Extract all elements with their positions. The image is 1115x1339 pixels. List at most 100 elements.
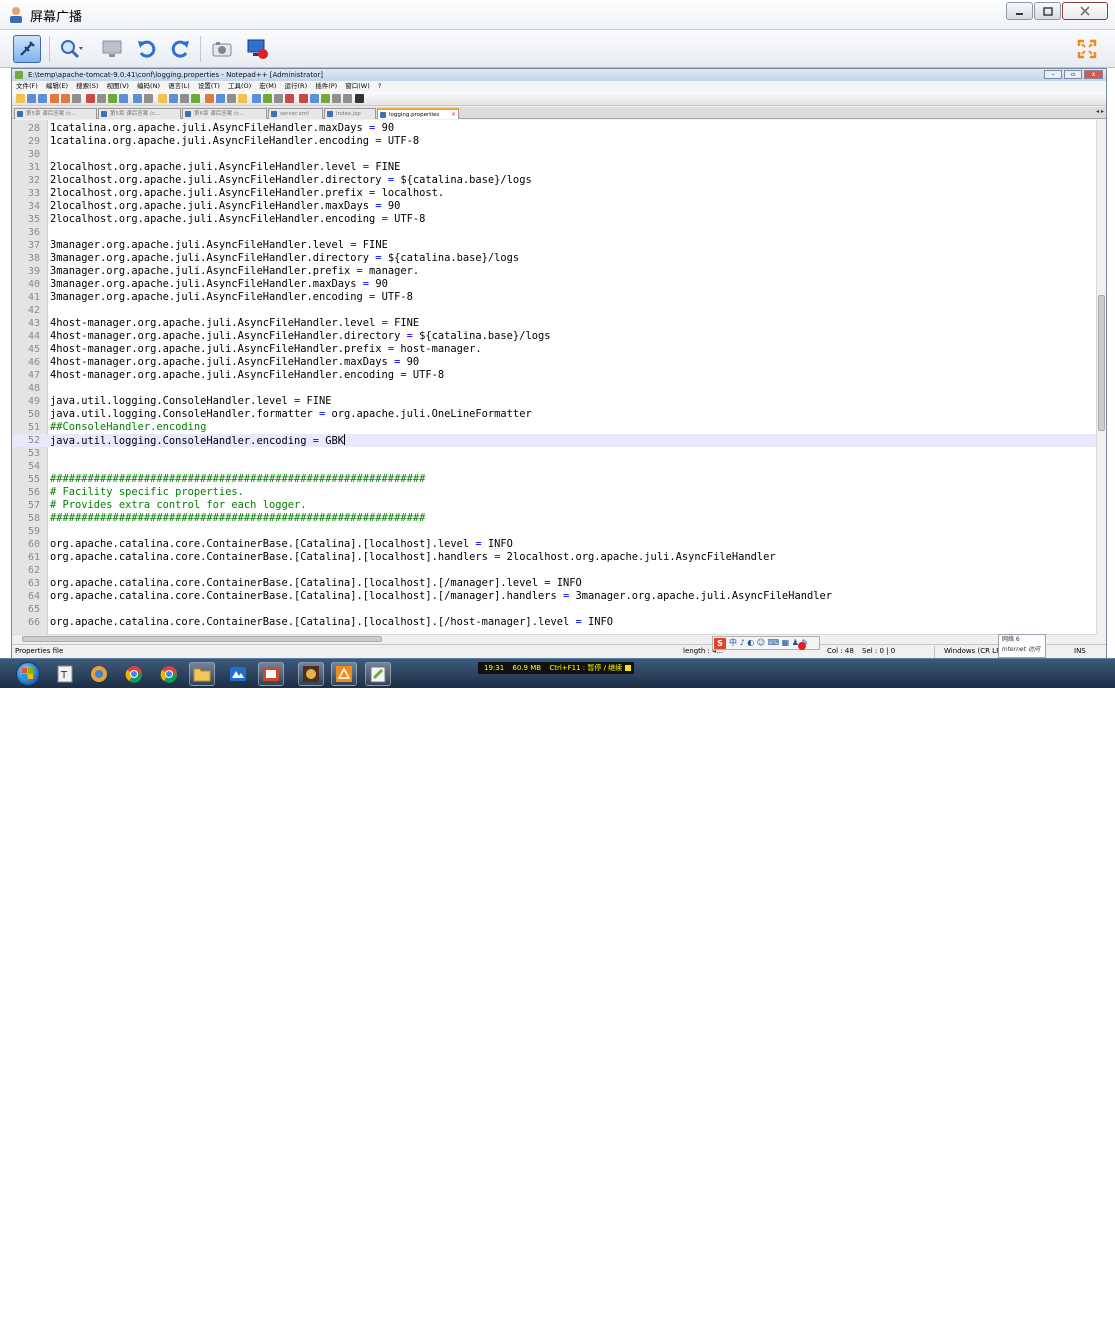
toolbar-button-icon[interactable] [50,94,59,103]
code-line[interactable]: 57 # Provides extra control for each logg… [12,499,1096,512]
code-line[interactable]: 64 org.apache.catalina.core.ContainerBase… [12,590,1096,603]
taskbar-game[interactable] [298,662,324,686]
code-line[interactable]: 40 3manager.org.apache.juli.AsyncFileHand… [12,278,1096,291]
toolbar-button-icon[interactable] [332,94,341,103]
code-line[interactable]: 55 ######################################… [12,473,1096,486]
code-line[interactable]: 49 java.util.logging.ConsoleHandler.level… [12,395,1096,408]
toolbar-button-icon[interactable] [158,94,167,103]
toolbar-button-icon[interactable] [86,94,95,103]
taskbar-explorer[interactable] [189,662,215,686]
tab-3[interactable]: 第6章 课后答案 (c... [182,108,267,119]
taskbar-network-app[interactable] [331,662,357,686]
code-line[interactable]: 42 [12,304,1096,317]
toolbar-button-icon[interactable] [191,94,200,103]
editor-area[interactable]: 28 1catalina.org.apache.juli.AsyncFileHan… [12,120,1096,634]
maximize-button[interactable] [1034,2,1061,20]
toolbar-button-icon[interactable] [238,94,247,103]
redo-button[interactable] [167,35,195,63]
tab-server-xml[interactable]: server.xml [268,108,323,119]
code-line[interactable]: 53 [12,447,1096,460]
notepad-minimize-button[interactable]: – [1044,70,1062,79]
minimize-button[interactable] [1006,2,1033,20]
notepad-close-button[interactable]: x [1084,70,1103,79]
code-line[interactable]: 62 [12,564,1096,577]
taskbar-notepadpp[interactable] [365,662,391,686]
toolbar-button-icon[interactable] [299,94,308,103]
code-line[interactable]: 33 2localhost.org.apache.juli.AsyncFileHa… [12,187,1096,200]
toolbar-button-icon[interactable] [16,94,25,103]
code-line[interactable]: 59 [12,525,1096,538]
toolbar-button-icon[interactable] [216,94,225,103]
code-line[interactable]: 39 3manager.org.apache.juli.AsyncFileHand… [12,265,1096,278]
toolbar-button-icon[interactable] [61,94,70,103]
menu-encoding[interactable]: 编码(N) [137,81,160,92]
toolbar-button-icon[interactable] [285,94,294,103]
toolbar-button-icon[interactable] [343,94,352,103]
snapshot-button[interactable] [208,35,236,63]
vertical-scroll-thumb[interactable] [1098,295,1105,431]
toolbar-button-icon[interactable] [263,94,272,103]
tab-index-jsp[interactable]: index.jsp [324,108,376,119]
undo-button[interactable] [132,35,160,63]
code-line[interactable]: 45 4host-manager.org.apache.juli.AsyncFil… [12,343,1096,356]
code-line[interactable]: 32 2localhost.org.apache.juli.AsyncFileHa… [12,174,1096,187]
horizontal-scroll-thumb[interactable] [22,636,382,642]
magnify-button[interactable] [57,35,85,63]
taskbar-text-editor[interactable]: T [52,662,78,686]
code-line[interactable]: 36 [12,226,1096,239]
tab-logging-properties[interactable]: logging.properties × [377,108,459,119]
code-line[interactable]: 51 ##ConsoleHandler.encoding [12,421,1096,434]
close-tab-icon[interactable]: × [451,110,456,119]
record-button[interactable] [243,35,271,63]
toolbar-button-icon[interactable] [205,94,214,103]
notepad-maximize-button[interactable]: ▫ [1064,70,1082,79]
code-line[interactable]: 46 4host-manager.org.apache.juli.AsyncFil… [12,356,1096,369]
code-line[interactable]: 34 2localhost.org.apache.juli.AsyncFileHa… [12,200,1096,213]
code-line[interactable]: 66 org.apache.catalina.core.ContainerBase… [12,616,1096,629]
toolbar-button-icon[interactable] [119,94,128,103]
code-line[interactable]: 52 java.util.logging.ConsoleHandler.encod… [12,434,1096,447]
toolbar-button-icon[interactable] [144,94,153,103]
toolbar-button-icon[interactable] [108,94,117,103]
code-line[interactable]: 47 4host-manager.org.apache.juli.AsyncFil… [12,369,1096,382]
stop-icon[interactable] [625,665,631,671]
monitor-button[interactable] [98,35,126,63]
code-line[interactable]: 65 [12,603,1096,616]
taskbar-chrome-2[interactable] [156,662,182,686]
code-line[interactable]: 50 java.util.logging.ConsoleHandler.forma… [12,408,1096,421]
menu-settings[interactable]: 设置(T) [198,81,220,92]
code-line[interactable]: 29 1catalina.org.apache.juli.AsyncFileHan… [12,135,1096,148]
code-line[interactable]: 54 [12,460,1096,473]
toolbar-button-icon[interactable] [252,94,261,103]
menu-tools[interactable]: 工具(O) [228,81,251,92]
menu-search[interactable]: 搜索(S) [76,81,98,92]
menu-macro[interactable]: 宏(M) [259,81,276,92]
toolbar-button-icon[interactable] [38,94,47,103]
menu-plugins[interactable]: 插件(P) [315,81,337,92]
vertical-scrollbar[interactable] [1096,120,1106,634]
menu-view[interactable]: 视图(V) [106,81,129,92]
menu-help[interactable]: ? [378,81,381,92]
code-line[interactable]: 37 3manager.org.apache.juli.AsyncFileHand… [12,239,1096,252]
taskbar-browser-1[interactable] [86,662,112,686]
toolbar-button-icon[interactable] [227,94,236,103]
taskbar-app-blue[interactable] [225,662,251,686]
toolbar-button-icon[interactable] [310,94,319,103]
menu-edit[interactable]: 编辑(E) [46,81,68,92]
system-clock[interactable]: 19:31 周 2020/12/21 [1032,1321,1072,1339]
code-line[interactable]: 41 3manager.org.apache.juli.AsyncFileHand… [12,291,1096,304]
screen-recorder-status[interactable]: 19:31 60.9 MB Ctrl+F11 : 暂停 / 继续 [478,662,634,674]
code-line[interactable]: 31 2localhost.org.apache.juli.AsyncFileHa… [12,161,1096,174]
menu-language[interactable]: 语言(L) [168,81,190,92]
pointer-tool-button[interactable] [13,35,41,63]
menu-run[interactable]: 运行(R) [285,81,308,92]
menu-file[interactable]: 文件(F) [16,81,38,92]
toolbar-button-icon[interactable] [133,94,142,103]
tab-scroll-arrows[interactable]: ◂ ▸ [1096,108,1104,115]
tab-1[interactable]: 第5章 课后答案 (c... [14,108,97,119]
code-line[interactable]: 48 [12,382,1096,395]
start-button[interactable] [16,662,40,686]
horizontal-scrollbar[interactable] [12,634,1096,643]
toolbar-button-icon[interactable] [169,94,178,103]
code-line[interactable]: 63 org.apache.catalina.core.ContainerBase… [12,577,1096,590]
